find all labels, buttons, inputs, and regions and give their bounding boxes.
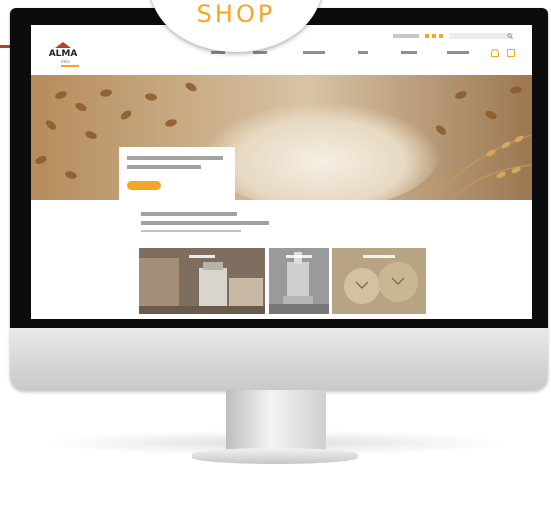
monitor-chin xyxy=(10,328,548,390)
phone-icon[interactable] xyxy=(432,34,436,38)
top-link-1[interactable] xyxy=(393,34,419,38)
hero-title-line-2 xyxy=(127,165,201,169)
hero-cta-button[interactable] xyxy=(127,181,161,190)
logo[interactable]: ALMA PRO xyxy=(45,39,81,69)
logo-sub: PRO xyxy=(61,59,70,64)
hero-title-line-1 xyxy=(127,156,223,160)
nav-menu xyxy=(211,51,491,57)
category-card-1[interactable] xyxy=(139,248,265,314)
hero-card xyxy=(119,147,235,203)
section-title-line-1 xyxy=(141,212,237,216)
user-icon[interactable] xyxy=(439,34,443,38)
search-input[interactable] xyxy=(449,33,513,39)
category-card-3-label-bar xyxy=(363,255,395,258)
mail-icon[interactable] xyxy=(425,34,429,38)
category-card-3[interactable] xyxy=(332,248,426,314)
grain-flour-image xyxy=(35,82,532,200)
nav-item-2[interactable] xyxy=(253,51,267,54)
website-screen: ALMA PRO xyxy=(31,25,532,319)
nav-item-6[interactable] xyxy=(447,51,469,54)
monitor-stand-base xyxy=(192,448,358,464)
monitor-stand-neck xyxy=(226,390,326,450)
shop-label: SHOP xyxy=(196,0,276,28)
cart-icon[interactable] xyxy=(507,49,515,57)
nav-item-1[interactable] xyxy=(211,51,225,54)
logo-tagline-bar xyxy=(61,65,79,67)
account-icon[interactable] xyxy=(491,49,499,57)
nav-item-3[interactable] xyxy=(303,51,325,54)
nav-item-4[interactable] xyxy=(358,51,368,54)
search-icon[interactable] xyxy=(507,33,513,39)
nav-item-5[interactable] xyxy=(401,51,417,54)
hero-banner xyxy=(31,75,532,200)
section-subtitle-line xyxy=(141,230,241,232)
category-card-2[interactable] xyxy=(269,248,329,314)
red-stripe xyxy=(0,45,10,48)
section-title-line-2 xyxy=(141,221,269,225)
category-card-2-label-bar xyxy=(286,255,312,258)
category-card-1-label-bar xyxy=(189,255,215,258)
logo-name: ALMA xyxy=(48,49,78,59)
